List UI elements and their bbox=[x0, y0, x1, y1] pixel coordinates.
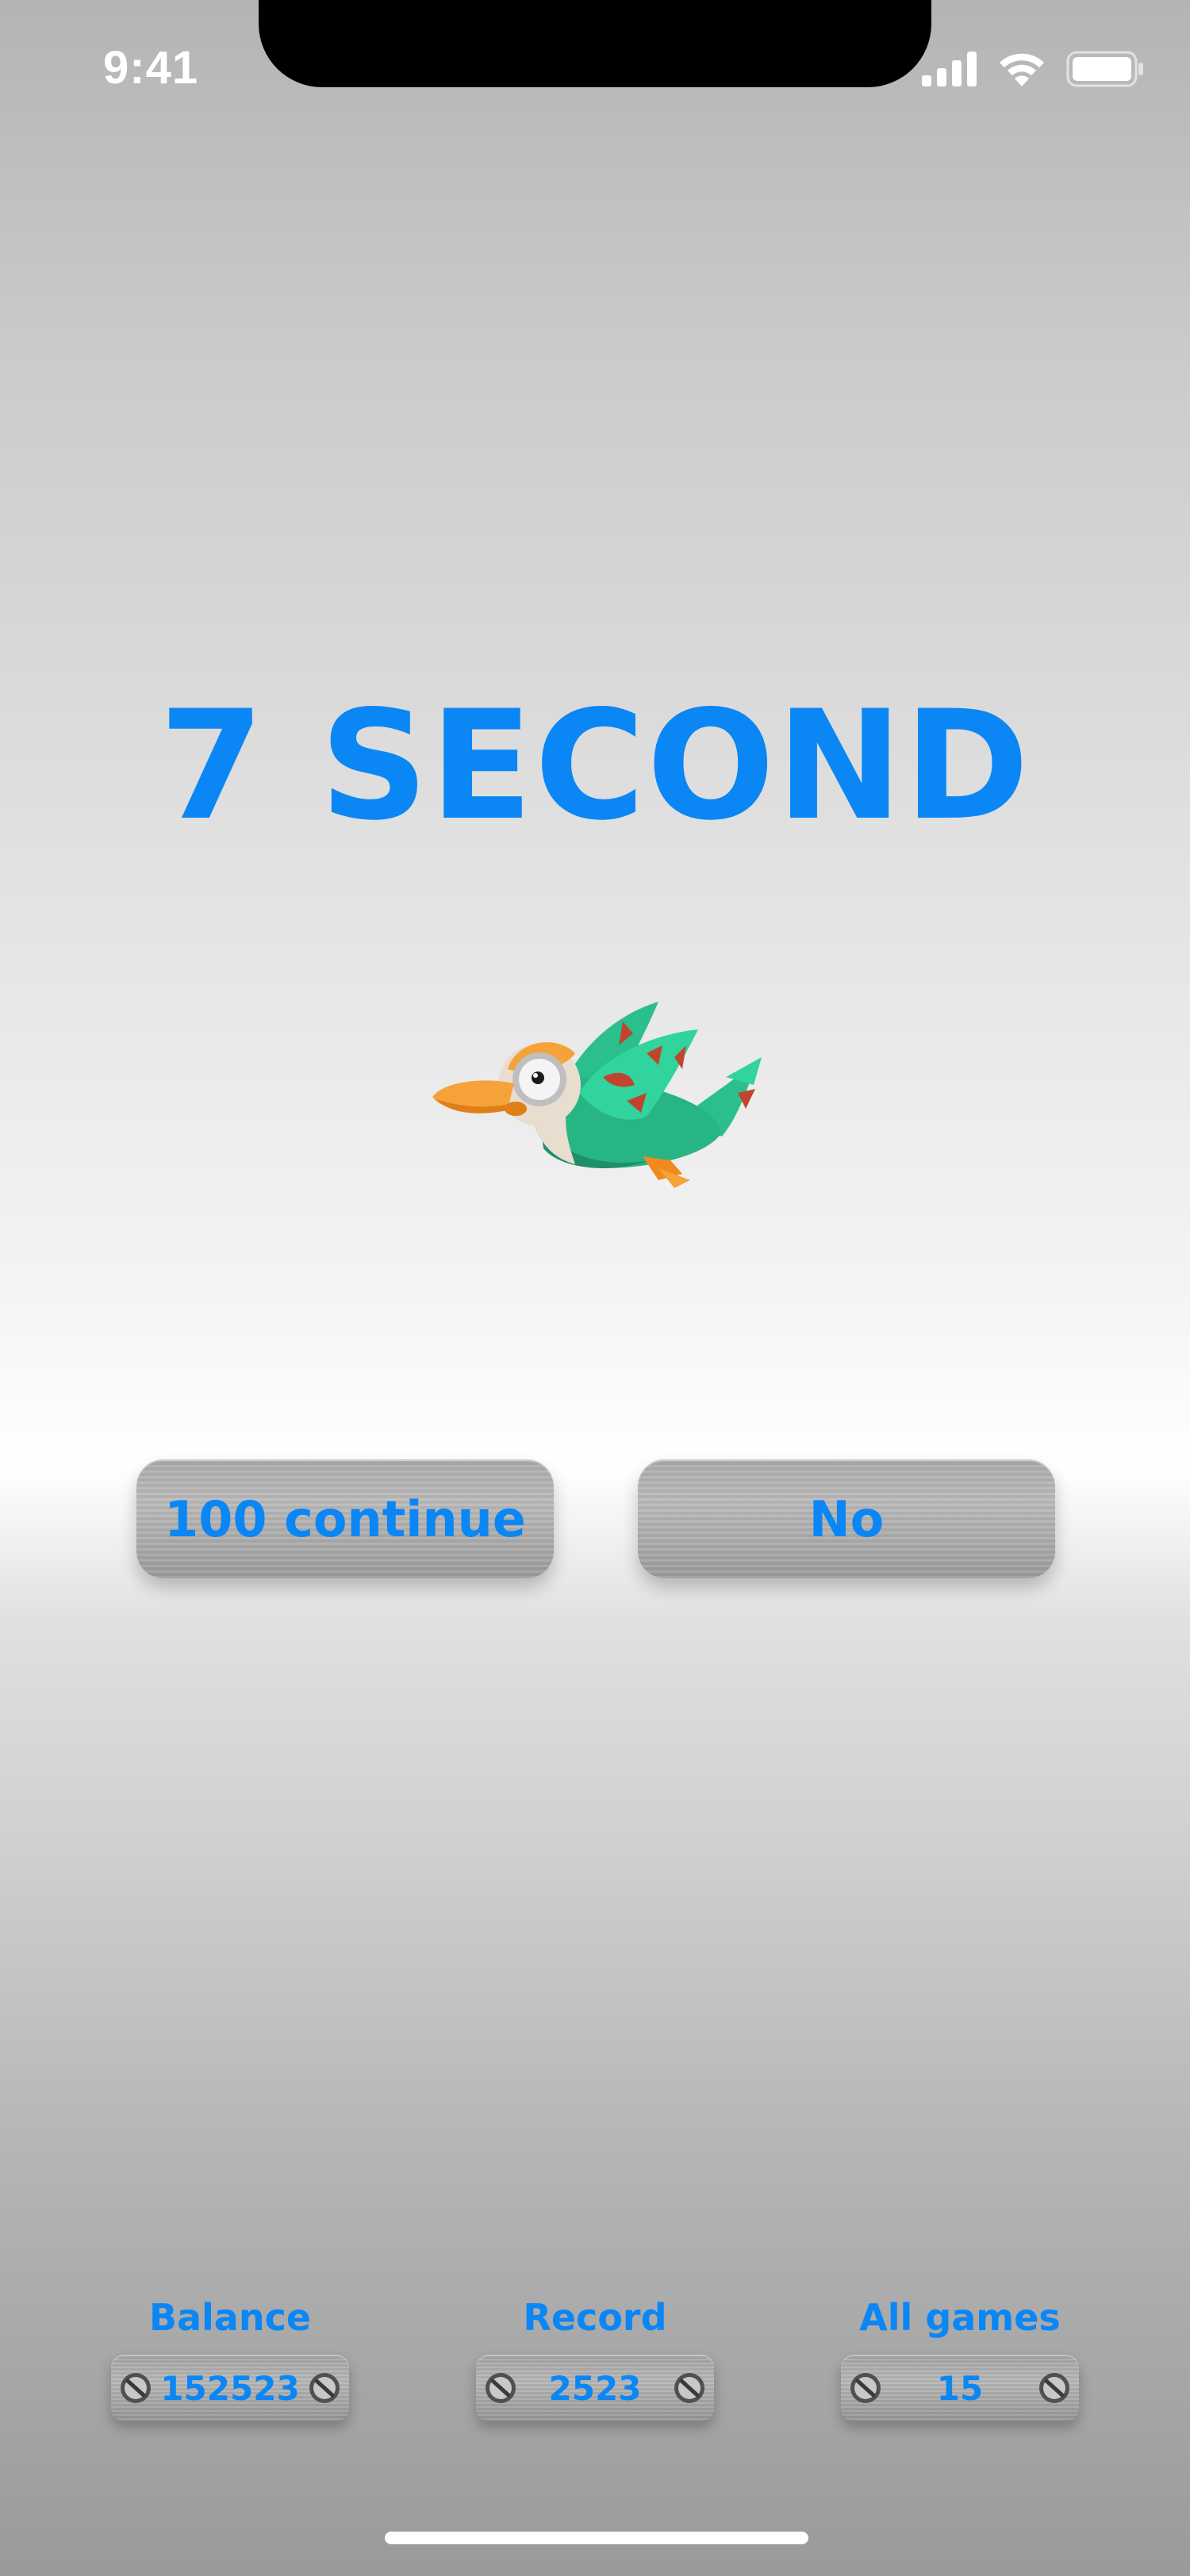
status-icons bbox=[922, 51, 1144, 87]
record-value: 2523 bbox=[548, 2368, 642, 2408]
battery-icon bbox=[1066, 51, 1143, 87]
no-button-label: No bbox=[808, 1489, 885, 1548]
all-games-label: All games bbox=[859, 2296, 1061, 2339]
screw-icon bbox=[486, 2373, 516, 2403]
signal-icon bbox=[922, 52, 977, 86]
record-stat: Record 2523 bbox=[476, 2296, 714, 2421]
balance-stat: Balance 152523 bbox=[111, 2296, 349, 2421]
countdown-text: 7 SECOND bbox=[159, 678, 1031, 853]
status-time: 9:41 bbox=[103, 42, 199, 94]
home-indicator[interactable] bbox=[385, 2532, 808, 2544]
continue-button[interactable]: 100 continue bbox=[136, 1459, 554, 1578]
record-label: Record bbox=[523, 2296, 667, 2339]
wifi-icon bbox=[1000, 53, 1044, 86]
all-games-value: 15 bbox=[936, 2368, 984, 2408]
notch bbox=[259, 0, 931, 87]
screw-icon bbox=[121, 2373, 151, 2403]
screw-icon bbox=[850, 2373, 881, 2403]
balance-label: Balance bbox=[148, 2296, 312, 2339]
balance-plate: 152523 bbox=[111, 2355, 349, 2421]
screw-icon bbox=[1039, 2373, 1069, 2403]
record-plate: 2523 bbox=[476, 2355, 714, 2421]
continue-button-label: 100 continue bbox=[164, 1489, 526, 1548]
all-games-stat: All games 15 bbox=[841, 2296, 1079, 2421]
duck-icon bbox=[432, 1002, 762, 1188]
screw-icon bbox=[674, 2373, 704, 2403]
screw-icon bbox=[309, 2373, 340, 2403]
balance-value: 152523 bbox=[160, 2368, 300, 2408]
all-games-plate: 15 bbox=[841, 2355, 1079, 2421]
no-button[interactable]: No bbox=[638, 1459, 1055, 1578]
